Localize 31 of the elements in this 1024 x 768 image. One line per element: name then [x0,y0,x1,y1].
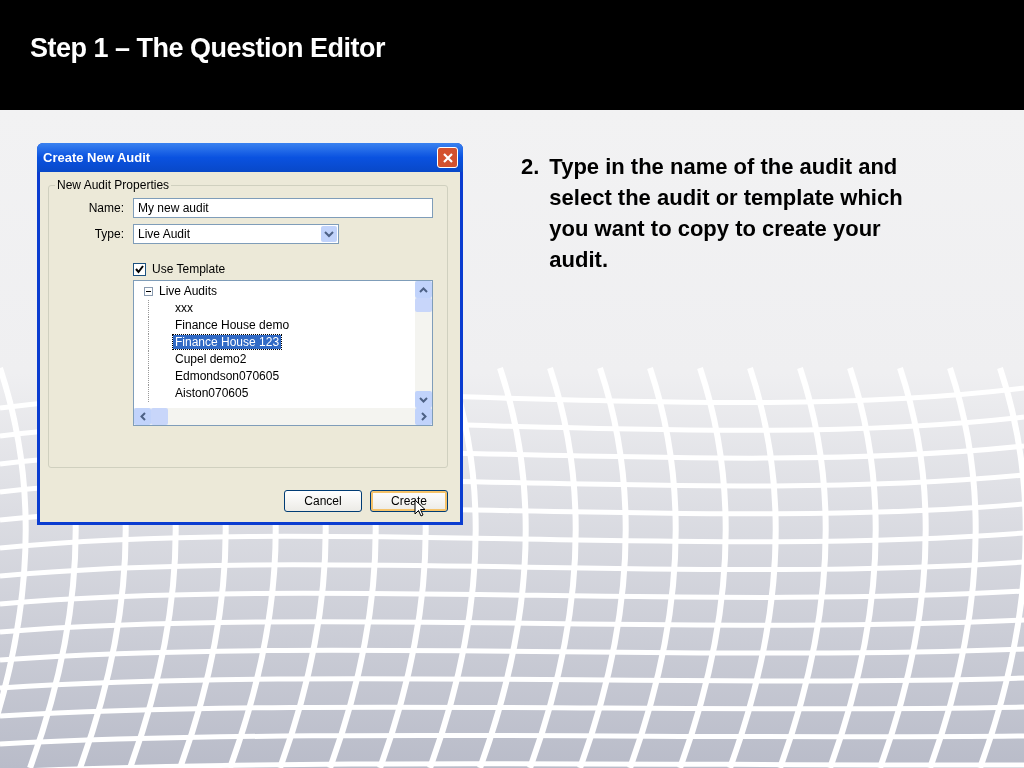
scroll-thumb[interactable] [151,408,168,425]
name-field[interactable]: My new audit [133,198,433,218]
use-template-checkbox[interactable]: Use Template [133,262,433,276]
dialog-title: Create New Audit [43,150,151,165]
group-label: New Audit Properties [56,178,171,192]
chevron-down-icon [321,226,337,242]
close-button[interactable] [437,147,458,168]
dialog-button[interactable]: Cancel [284,490,362,512]
tree-item[interactable]: Edmondson070605 [173,369,282,383]
checkmark-icon [135,264,144,274]
field-label: Name: [87,201,125,215]
tree-item[interactable]: Finance House demo [173,318,292,332]
slide-title: Step 1 – The Question Editor [30,33,386,64]
type-dropdown[interactable]: Live Audit [133,224,339,244]
tree-item[interactable]: Aiston070605 [173,386,251,400]
chevron-left-icon [139,412,146,421]
chevron-up-icon [419,286,428,293]
field-label: Type: [93,227,125,241]
chevron-right-icon [420,412,427,421]
tree-item[interactable]: Live Audits [159,283,218,300]
horizontal-scrollbar[interactable] [134,408,432,425]
chevron-down-icon [419,396,428,403]
scroll-thumb[interactable] [415,298,432,312]
step-number: 2. [521,153,540,181]
vertical-scrollbar[interactable] [415,281,432,408]
step-text: Type in the name of the audit and select the audit or template which you want to copy to create your audit. [549,153,904,274]
tree-item[interactable]: xxx [173,301,195,315]
collapse-icon[interactable] [144,287,153,296]
tree-item[interactable]: Cupel demo2 [173,352,249,366]
tree-item[interactable]: Finance House 123 [173,335,282,349]
close-icon [441,151,454,164]
